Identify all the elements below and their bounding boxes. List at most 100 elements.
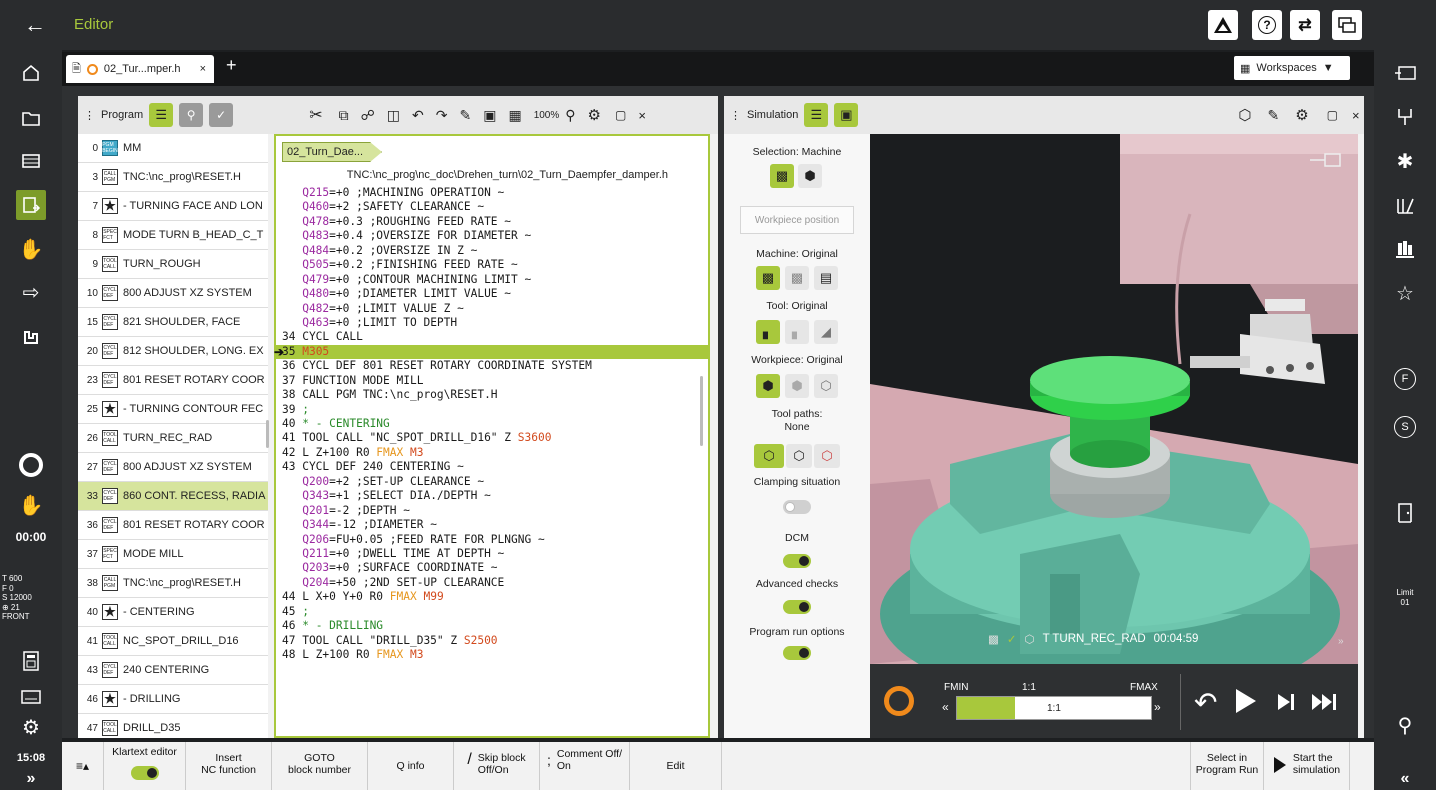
structure-item[interactable]: 47 TOOL CALL DRILL_D35 <box>78 714 268 738</box>
code-line[interactable]: Q483=+0.4 ;OVERSIZE FOR DIAMETER ~ <box>276 229 708 243</box>
workspaces-dropdown[interactable]: ▦ Workspaces ▼ <box>1234 56 1350 80</box>
calculator-icon[interactable] <box>16 646 46 676</box>
feed-override-icon[interactable]: F <box>1390 364 1420 394</box>
code-line[interactable]: Q480=+0 ;DIAMETER LIMIT VALUE ~ <box>276 287 708 301</box>
cycle-status-icon[interactable] <box>16 450 46 480</box>
code-line[interactable]: Q460=+2 ;SAFETY CLEARANCE ~ <box>276 200 708 214</box>
code-line[interactable]: Q343=+1 ;SELECT DIA./DEPTH ~ <box>276 489 708 503</box>
save-icon[interactable]: ▣ <box>483 107 496 124</box>
probe-icon[interactable] <box>1390 102 1420 132</box>
structure-item[interactable]: 25 ★ - TURNING CONTOUR FEC <box>78 395 268 424</box>
structure-item[interactable]: 9 TOOL CALL TURN_ROUGH <box>78 250 268 279</box>
code-line[interactable]: 34 CYCL CALL <box>276 330 708 344</box>
home-icon[interactable] <box>16 58 46 88</box>
paste-replace-icon[interactable]: ◫ <box>387 107 400 124</box>
advanced-checks-toggle[interactable] <box>783 600 811 614</box>
code-line[interactable]: 41 TOOL CALL "NC_SPOT_DRILL_D16" Z S3600 <box>276 431 708 445</box>
code-line[interactable]: Q206=FU+0.05 ;FEED RATE FOR PLNGNG ~ <box>276 533 708 547</box>
comment-toggle-button[interactable]: ; Comment Off/On <box>540 742 630 790</box>
code-line[interactable]: 45 ; <box>276 605 708 619</box>
collapse-icon[interactable]: « <box>1374 770 1436 788</box>
back-arrow-icon[interactable]: ← <box>24 12 46 38</box>
softkey-menu-icon[interactable]: ≡▴ <box>62 742 104 790</box>
spindle-override-icon[interactable]: S <box>1390 412 1420 442</box>
settings-gear-icon[interactable]: ⚙ <box>16 712 46 742</box>
structure-item[interactable]: 46 ★ - DRILLING <box>78 685 268 714</box>
options-list-icon[interactable]: ☰ <box>804 103 829 127</box>
structure-item[interactable]: 20 CYCL DEF 812 SHOULDER, LONG. EX <box>78 337 268 366</box>
switch-icon[interactable]: ⇄ <box>1290 10 1320 40</box>
machine-original-icon[interactable]: ▩ <box>756 266 780 290</box>
copy-icon[interactable]: ⧉ <box>339 107 349 124</box>
structure-item[interactable]: 43 CYCL DEF 240 CENTERING <box>78 656 268 685</box>
structure-item[interactable]: 38 CALL PGM TNC:\nc_prog\RESET.H <box>78 569 268 598</box>
scrollbar[interactable] <box>700 376 703 446</box>
code-line[interactable]: 48 L Z+100 R0 FMAX M3 <box>276 648 708 662</box>
table-icon[interactable] <box>16 146 46 176</box>
faster-icon[interactable]: » <box>1154 700 1161 714</box>
drag-handle-icon[interactable]: ⋮ <box>730 109 741 122</box>
redo-icon[interactable]: ↷ <box>436 107 448 124</box>
code-line[interactable]: 43 CYCL DEF 240 CENTERING ~ <box>276 460 708 474</box>
machine-wireframe-icon[interactable]: ▤ <box>814 266 838 290</box>
code-line[interactable]: Q204=+50 ;2ND SET-UP CLEARANCE <box>276 576 708 590</box>
program-run-options-toggle[interactable] <box>783 646 811 660</box>
structure-item[interactable]: 41 TOOL CALL NC_SPOT_DRILL_D16 <box>78 627 268 656</box>
panel-toggle-icon[interactable] <box>1390 58 1420 88</box>
file-tab[interactable]: 🗎 02_Tur...mper.h × <box>66 55 214 83</box>
clamping-toggle[interactable] <box>783 500 811 514</box>
code-editor[interactable]: 02_Turn_Dae... TNC:\nc_prog\nc_doc\Drehe… <box>274 134 710 738</box>
warning-triangle-icon[interactable] <box>1208 10 1238 40</box>
structure-item[interactable]: 33 CYCL DEF 860 CONT. RECESS, RADIA <box>78 482 268 511</box>
insert-nc-function-button[interactable]: Insert NC function <box>186 742 272 790</box>
structure-item[interactable]: 40 ★ - CENTERING <box>78 598 268 627</box>
code-line[interactable]: Q201=-2 ;DEPTH ~ <box>276 504 708 518</box>
simulation-3d-view[interactable]: ▩ ✓ ⬡ T TURN_REC_RAD 00:04:59 » <box>870 134 1358 664</box>
structure-item[interactable]: 15 CYCL DEF 821 SHOULDER, FACE <box>78 308 268 337</box>
structure-item[interactable]: 36 CYCL DEF 801 RESET ROTARY COOR <box>78 511 268 540</box>
paste-icon[interactable]: ☍ <box>361 107 375 124</box>
splitter-handle[interactable] <box>266 420 269 448</box>
favorites-star-icon[interactable]: ☆ <box>1390 278 1420 308</box>
code-line[interactable]: 42 L Z+100 R0 FMAX M3 <box>276 446 708 460</box>
single-step-icon[interactable] <box>1276 692 1296 715</box>
undo-icon[interactable]: ↶ <box>412 107 424 124</box>
folder-icon[interactable] <box>16 103 46 133</box>
nc-code[interactable]: Q215=+0 ;MACHINING OPERATION ~ Q460=+2 ;… <box>276 186 708 662</box>
machine-icon[interactable] <box>16 321 46 351</box>
windows-icon[interactable] <box>1332 10 1362 40</box>
code-line[interactable]: 46 * - DRILLING <box>276 619 708 633</box>
start-simulation-button[interactable]: Start the simulation <box>1264 742 1350 790</box>
zoom-value[interactable]: 100% <box>534 110 560 121</box>
structure-item[interactable]: 27 CYCL DEF 800 ADJUST XZ SYSTEM <box>78 453 268 482</box>
code-line[interactable]: Q505=+0.2 ;FINISHING FEED RATE ~ <box>276 258 708 272</box>
code-line[interactable]: 44 L X+0 Y+0 R0 FMAX M99 <box>276 590 708 604</box>
expand-status-icon[interactable]: » <box>1338 636 1344 647</box>
code-line[interactable]: 37 FUNCTION MODE MILL <box>276 374 708 388</box>
toolpaths-points-icon[interactable]: ⬡ <box>814 444 840 468</box>
add-tab-button[interactable]: + <box>226 55 237 76</box>
edit-button[interactable]: Edit <box>630 742 722 790</box>
structure-item[interactable]: 3 CALL PGM TNC:\nc_prog\RESET.H <box>78 163 268 192</box>
toolbox-icon[interactable]: ▣ <box>834 103 859 127</box>
code-line[interactable]: 38 CALL PGM TNC:\nc_prog\RESET.H <box>276 388 708 402</box>
q-info-button[interactable]: Q info <box>368 742 454 790</box>
workpiece-position-button[interactable]: Workpiece position <box>740 206 854 234</box>
klartext-editor-switch[interactable]: Klartext editor <box>104 742 186 790</box>
code-line[interactable]: Q478=+0.3 ;ROUGHING FEED RATE ~ <box>276 215 708 229</box>
slower-icon[interactable]: « <box>942 700 949 714</box>
code-line[interactable]: Q484=+0.2 ;OVERSIZE IN Z ~ <box>276 244 708 258</box>
export-icon[interactable]: ✎ <box>1267 107 1279 124</box>
cut-icon[interactable]: ✂ <box>309 105 322 125</box>
code-line[interactable]: Q344=-12 ;DIAMETER ~ <box>276 518 708 532</box>
editor-icon[interactable] <box>16 190 46 220</box>
edit-block-icon[interactable]: ✎ <box>459 107 471 124</box>
run-to-end-icon[interactable] <box>1310 692 1340 715</box>
help-icon[interactable]: ? <box>1252 10 1282 40</box>
code-line[interactable]: Q200=+2 ;SET-UP CLEARANCE ~ <box>276 475 708 489</box>
play-icon[interactable] <box>1234 688 1258 717</box>
settings-gear-icon[interactable]: ⚙ <box>1295 106 1308 124</box>
zoom-icon[interactable]: ⚲ <box>565 107 575 124</box>
rewind-icon[interactable]: ↶ <box>1194 686 1217 719</box>
workpiece-transparent-icon[interactable]: ⬢ <box>785 374 809 398</box>
